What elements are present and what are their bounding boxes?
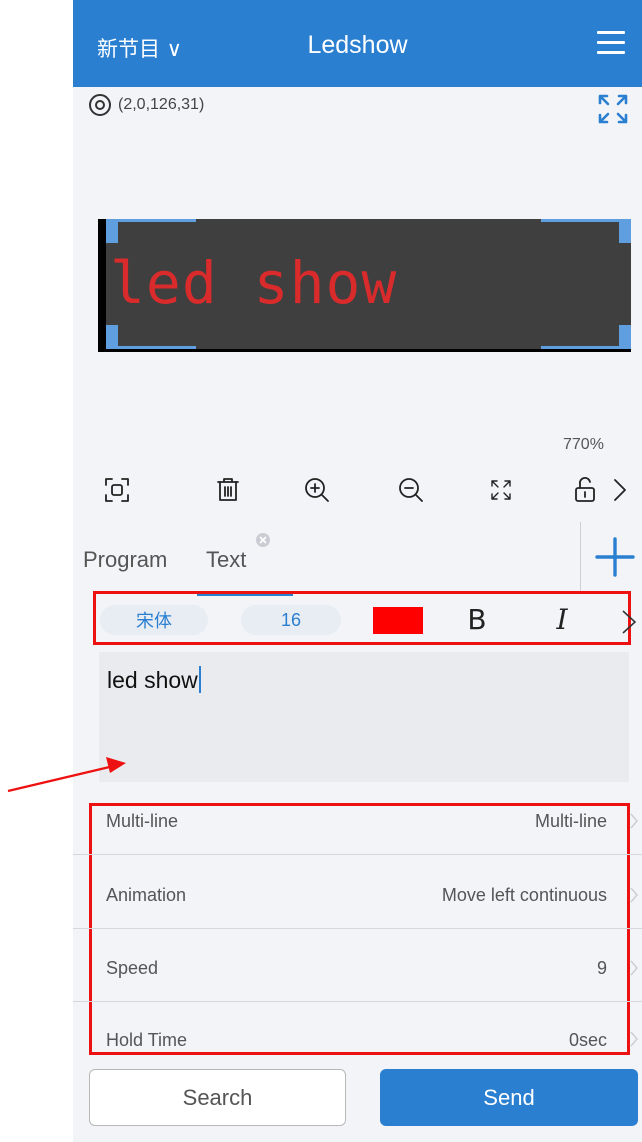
handle-edge bbox=[106, 219, 196, 222]
setting-value: Move left continuous bbox=[441, 885, 607, 905]
setting-value: 0sec bbox=[568, 1030, 607, 1050]
text-caret bbox=[198, 666, 201, 693]
resize-handle-top-left[interactable] bbox=[106, 219, 118, 243]
tab-program[interactable]: Program bbox=[83, 547, 167, 573]
handle-edge bbox=[541, 346, 631, 349]
location-icon bbox=[89, 94, 111, 116]
edit-toolbar bbox=[73, 470, 642, 510]
annotation-arrow-icon bbox=[7, 757, 126, 793]
zoom-in-icon[interactable] bbox=[297, 470, 337, 510]
italic-button[interactable]: I bbox=[545, 600, 579, 638]
font-size-selector[interactable]: 16 bbox=[241, 605, 341, 635]
tab-text[interactable]: Text bbox=[206, 547, 246, 573]
setting-multi-line[interactable]: Multi-line Multi-line bbox=[92, 806, 638, 879]
resize-handle-top-right[interactable] bbox=[619, 219, 631, 243]
app-window: 新节目 ∨ Ledshow (2,0,126,31) led show 770%… bbox=[73, 0, 642, 1142]
led-preview[interactable]: led show bbox=[98, 219, 631, 352]
fit-icon[interactable] bbox=[97, 470, 137, 510]
setting-value: 9 bbox=[596, 958, 607, 978]
zoom-level: 770% bbox=[563, 436, 604, 453]
text-editor[interactable]: led show bbox=[99, 652, 629, 782]
chevron-right-icon bbox=[630, 960, 638, 976]
setting-label: Hold Time bbox=[106, 1030, 188, 1050]
unlock-icon[interactable] bbox=[565, 470, 605, 510]
font-color-swatch[interactable] bbox=[373, 607, 423, 634]
handle-edge bbox=[541, 219, 631, 222]
trash-icon[interactable] bbox=[208, 470, 248, 510]
font-row-chevron-icon[interactable] bbox=[620, 608, 638, 636]
led-preview-text: led show bbox=[110, 249, 398, 317]
tab-divider bbox=[580, 522, 581, 594]
app-title: Ledshow bbox=[307, 31, 408, 59]
editor-text: led show bbox=[107, 666, 201, 694]
tab-bar: Program Text bbox=[73, 520, 642, 600]
close-tab-icon[interactable] bbox=[256, 533, 270, 547]
search-button[interactable]: Search bbox=[89, 1069, 346, 1126]
coordinate-text: (2,0,126,31) bbox=[118, 96, 205, 113]
font-name-selector[interactable]: 宋体 bbox=[100, 605, 208, 635]
setting-label: Multi-line bbox=[106, 811, 179, 831]
bold-button[interactable]: B bbox=[460, 600, 494, 638]
setting-hold-time[interactable]: Hold Time 0sec bbox=[92, 1028, 638, 1054]
setting-speed[interactable]: Speed 9 bbox=[92, 955, 638, 1028]
setting-label: Speed bbox=[106, 958, 159, 978]
chevron-right-icon bbox=[630, 813, 638, 829]
row-divider bbox=[73, 854, 642, 855]
handle-edge bbox=[106, 346, 196, 349]
font-style-row: 宋体 16 B I bbox=[93, 591, 631, 645]
hamburger-icon[interactable] bbox=[597, 31, 625, 55]
setting-animation[interactable]: Animation Move left continuous bbox=[92, 881, 638, 954]
coordinate-readout: (2,0,126,31) bbox=[88, 93, 204, 117]
setting-value: Multi-line bbox=[534, 811, 607, 831]
chevron-right-icon bbox=[630, 1031, 638, 1047]
fullscreen-icon[interactable] bbox=[596, 92, 630, 126]
settings-list: Multi-line Multi-line Animation Move lef… bbox=[89, 803, 638, 1055]
editor-value: led show bbox=[107, 667, 198, 693]
expand-icon[interactable] bbox=[481, 470, 521, 510]
setting-label: Animation bbox=[106, 885, 187, 905]
chevron-right-icon bbox=[630, 887, 638, 903]
chevron-right-icon[interactable] bbox=[605, 470, 635, 510]
app-header: 新节目 ∨ Ledshow bbox=[73, 0, 642, 87]
send-button[interactable]: Send bbox=[380, 1069, 638, 1126]
zoom-out-icon[interactable] bbox=[391, 470, 431, 510]
row-divider bbox=[73, 1001, 642, 1002]
row-divider bbox=[73, 928, 642, 929]
add-icon[interactable] bbox=[595, 537, 635, 577]
